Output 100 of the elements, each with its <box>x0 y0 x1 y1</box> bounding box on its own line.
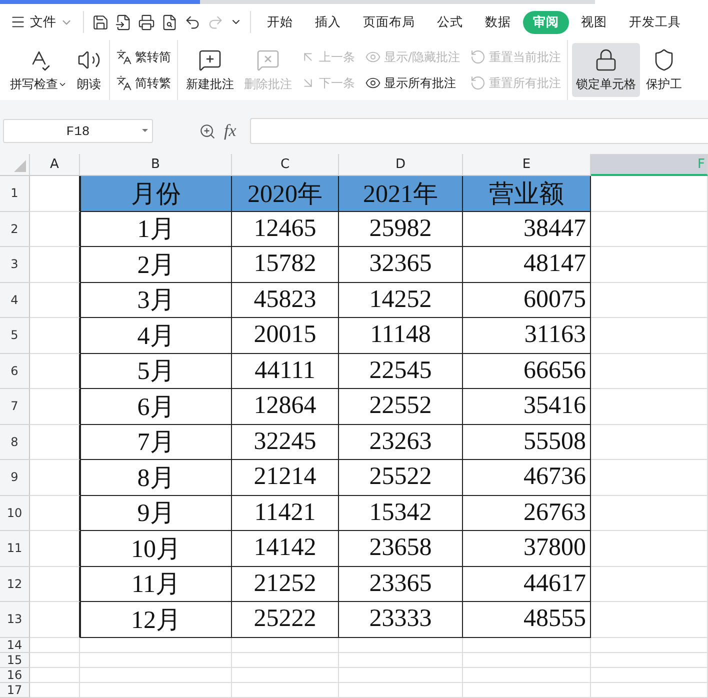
ribbon-tab[interactable]: 页面布局 <box>353 10 425 34</box>
table-cell: 46736 <box>463 460 591 496</box>
menu-icon <box>10 14 26 30</box>
row-header[interactable]: 8 <box>0 424 30 460</box>
ribbon-tab[interactable]: 插入 <box>305 10 351 34</box>
row-header[interactable]: 14 <box>0 638 30 652</box>
table-cell: 32365 <box>339 247 463 282</box>
row-header[interactable]: 4 <box>0 282 30 318</box>
table-cell: 37800 <box>463 531 591 566</box>
table-cell: 12465 <box>232 212 339 247</box>
table-cell: 14252 <box>339 282 463 318</box>
table-cell: 45823 <box>232 282 339 318</box>
table-cell: 3月 <box>80 282 232 318</box>
ribbon-button[interactable]: 拼写检查 <box>6 43 71 97</box>
row-header[interactable]: 16 <box>0 668 30 682</box>
table-cell: 48147 <box>463 247 591 282</box>
table-cell: 25522 <box>339 460 463 496</box>
ribbon-button[interactable]: 朗读 <box>73 43 105 97</box>
table-cell: 22545 <box>339 354 463 389</box>
row-header[interactable]: 7 <box>0 389 30 424</box>
header-cell: 2021年 <box>339 176 463 212</box>
caret-icon <box>142 129 148 132</box>
table-cell: 23263 <box>339 424 463 460</box>
table-cell: 4月 <box>80 318 232 354</box>
lock-icon <box>594 48 618 72</box>
table-cell: 6月 <box>80 389 232 424</box>
table-cell: 12864 <box>232 389 339 424</box>
row-header[interactable]: 15 <box>0 652 30 668</box>
table-cell: 31163 <box>463 318 591 354</box>
table-cell: 5月 <box>80 354 232 389</box>
table-cell: 22552 <box>339 389 463 424</box>
table-cell: 7月 <box>80 424 232 460</box>
table-cell: 11421 <box>232 496 339 531</box>
column-header[interactable]: A <box>30 154 80 176</box>
row-header[interactable]: 10 <box>0 496 30 531</box>
table-cell: 20015 <box>232 318 339 354</box>
save-icon <box>92 14 109 30</box>
table-cell: 11148 <box>339 318 463 354</box>
ribbon-tab[interactable]: 视图 <box>571 10 617 34</box>
table-cell: 25222 <box>232 602 339 638</box>
translate-icon <box>116 75 132 91</box>
function-label[interactable]: fx <box>224 121 236 141</box>
table-cell: 21252 <box>232 566 339 602</box>
table-cell: 8月 <box>80 460 232 496</box>
table-cell: 23333 <box>339 602 463 638</box>
zoom-icon[interactable] <box>199 122 216 140</box>
header-cell: 营业额 <box>463 176 591 212</box>
row-header[interactable]: 2 <box>0 212 30 247</box>
table-cell: 2月 <box>80 247 232 282</box>
undo-icon <box>184 14 201 30</box>
ribbon-tab[interactable]: 公式 <box>427 10 473 34</box>
table-cell: 11月 <box>80 566 232 602</box>
table-cell: 44111 <box>232 354 339 389</box>
ribbon-button[interactable]: 新建批注 <box>182 43 238 97</box>
ribbon-tab[interactable]: 数据 <box>475 10 521 34</box>
table-cell: 15782 <box>232 247 339 282</box>
table-cell: 66656 <box>463 354 591 389</box>
reset-icon <box>470 75 486 91</box>
file-import-icon <box>115 14 132 30</box>
row-header[interactable]: 13 <box>0 602 30 638</box>
row-header[interactable]: 1 <box>0 176 30 212</box>
table-cell: 1月 <box>80 212 232 247</box>
table-cell: 26763 <box>463 496 591 531</box>
table-cell: 48555 <box>463 602 591 638</box>
ribbon-button[interactable]: 锁定单元格 <box>572 43 640 97</box>
row-header[interactable]: 12 <box>0 566 30 602</box>
table-cell: 35416 <box>463 389 591 424</box>
table-cell: 25982 <box>339 212 463 247</box>
table-cell: 21214 <box>232 460 339 496</box>
table-cell: 38447 <box>463 212 591 247</box>
ribbon-tab[interactable]: 开始 <box>257 10 303 34</box>
translate-icon <box>116 49 132 65</box>
header-cell: 2020年 <box>232 176 339 212</box>
row-header[interactable]: 17 <box>0 682 30 698</box>
table-cell: 10月 <box>80 531 232 566</box>
ribbon-button[interactable]: 繁转简 <box>114 44 173 70</box>
eye-icon <box>365 49 381 65</box>
table-cell: 32245 <box>232 424 339 460</box>
ribbon-button[interactable]: 保护工 <box>642 43 686 97</box>
reset-icon <box>470 49 486 65</box>
table-cell: 60075 <box>463 282 591 318</box>
row-header[interactable]: 3 <box>0 247 30 282</box>
table-cell: 23365 <box>339 566 463 602</box>
comment-x-icon <box>256 48 280 72</box>
header-cell: 月份 <box>80 176 232 212</box>
eye-icon <box>365 75 381 91</box>
formula-input[interactable] <box>250 118 708 144</box>
row-header[interactable]: 11 <box>0 531 30 566</box>
row-header[interactable]: 9 <box>0 460 30 496</box>
comment-plus-icon <box>198 48 222 72</box>
row-header[interactable]: 5 <box>0 318 30 354</box>
table-cell: 44617 <box>463 566 591 602</box>
preview-icon <box>161 14 178 30</box>
ribbon-tab[interactable]: 开发工具 <box>619 10 691 34</box>
file-menu[interactable]: 文件 <box>6 13 77 31</box>
row-header[interactable]: 6 <box>0 354 30 389</box>
ribbon-button[interactable]: 简转繁 <box>114 70 173 96</box>
table-cell: 9月 <box>80 496 232 531</box>
ribbon-button[interactable]: 显示所有批注 <box>363 70 462 96</box>
name-box[interactable]: F18 <box>3 119 153 143</box>
